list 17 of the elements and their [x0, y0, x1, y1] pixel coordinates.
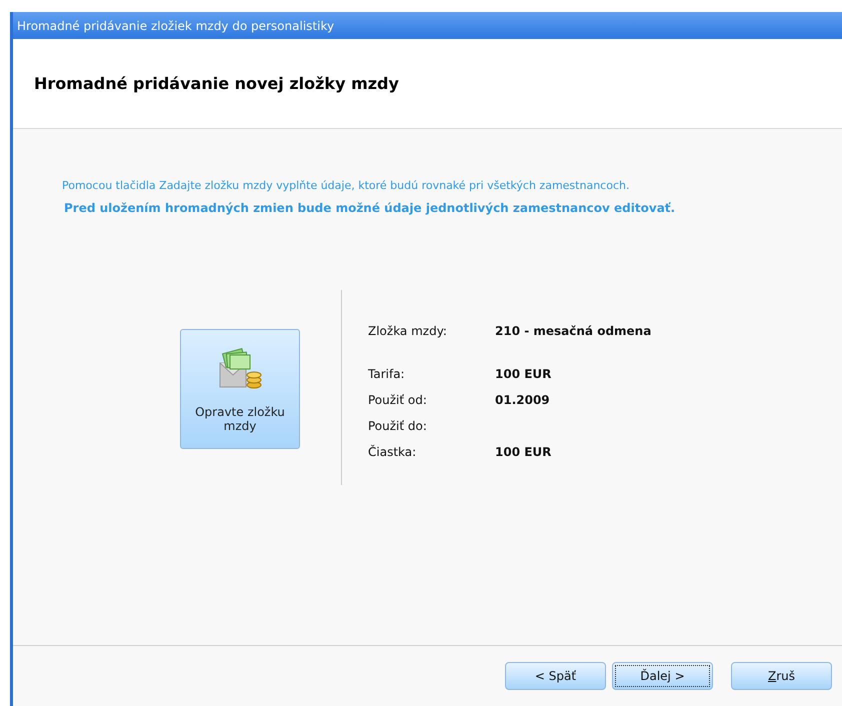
field-label: Zložka mzdy:: [368, 324, 448, 338]
nav-button[interactable]: Ďalej >: [612, 662, 713, 690]
field-label: Tarifa:: [368, 367, 406, 381]
field-value: 01.2009: [495, 393, 550, 407]
edit-wage-component-button[interactable]: Opravte zložku mzdy: [180, 328, 300, 448]
field-value: 100 EUR: [495, 445, 552, 459]
field-value: 210 - mesačná odmena: [495, 324, 652, 338]
nav-button[interactable]: Zruš: [731, 662, 832, 690]
window-title: Hromadné pridávanie zložiek mzdy do personalistiky: [17, 18, 334, 32]
field-label: Použiť do:: [368, 419, 428, 433]
field-label: Čiastka:: [368, 445, 418, 459]
field-label: Použiť od:: [368, 393, 428, 407]
field-value: 100 EUR: [495, 367, 552, 381]
nav-button[interactable]: < Späť: [505, 662, 606, 690]
note-text: Pred uložením hromadných zmien bude možné údaje jednotlivých zamestnancov editovať.: [64, 201, 676, 215]
instruction-text: Pomocou tlačidla Zadajte zložku mzdy vyplňte údaje, ktoré budú rovnaké pri všetkých zamestnancoch.: [62, 179, 630, 192]
page-heading: Hromadné pridávanie novej zložky mzdy: [34, 74, 399, 93]
